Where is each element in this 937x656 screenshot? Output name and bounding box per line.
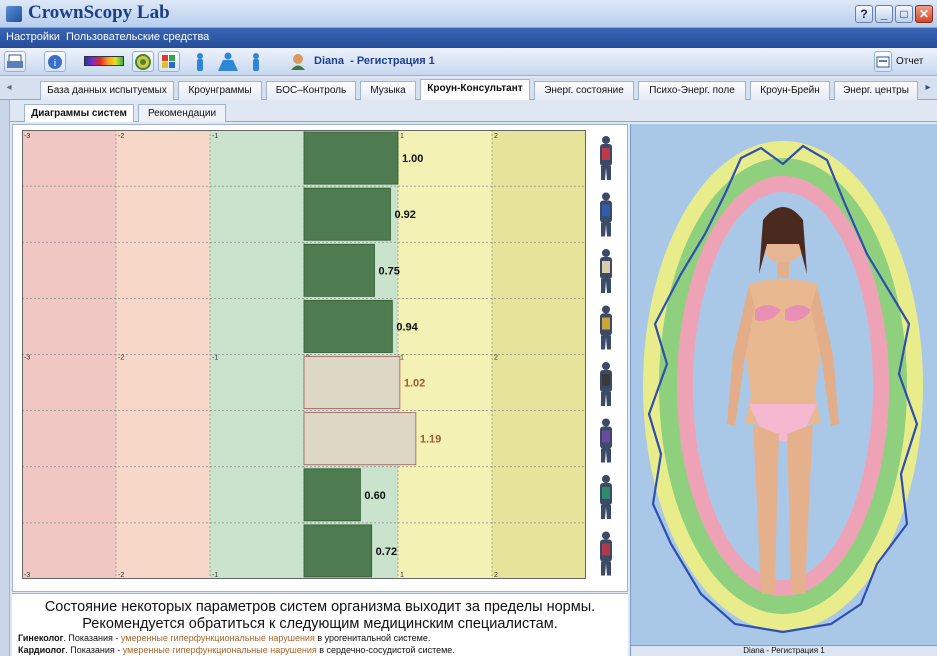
chakra-wheel-icon[interactable] — [132, 51, 154, 72]
tick-label: 1 — [400, 572, 404, 579]
title-bar: CrownScopy Lab ? _ □ ✕ — [0, 0, 937, 28]
system-icons-column — [600, 136, 612, 576]
bar-value-label: 1.02 — [404, 378, 425, 390]
system-bar — [303, 412, 417, 466]
tick-label: 2 — [494, 572, 498, 579]
mosaic-icon[interactable] — [158, 51, 180, 72]
respiratory-system-icon[interactable] — [600, 475, 612, 519]
svg-text:i: i — [54, 58, 57, 69]
aura-panel — [630, 124, 937, 656]
skeletal-system-icon[interactable] — [600, 249, 612, 293]
tab-scroll-left-icon[interactable]: ◂ — [2, 82, 16, 98]
subtab-system-diagrams[interactable]: Диаграммы систем — [24, 104, 134, 122]
user-avatar-icon — [290, 53, 306, 70]
main-tabs: ◂ База данных испытуемых Кроунграммы БОС… — [0, 78, 937, 100]
tick-label: 1 — [400, 133, 404, 140]
toolbar: i Diana - Регистрация 1 Отчет — [0, 48, 937, 76]
muscular-system-icon[interactable] — [600, 362, 612, 406]
person-view-icons[interactable] — [190, 52, 270, 72]
zone-band — [398, 130, 492, 579]
tick-label: 1 — [400, 355, 404, 362]
tab-crown-brain[interactable]: Кроун-Брейн — [750, 81, 830, 100]
circulatory-system-icon[interactable] — [600, 192, 612, 237]
systems-chart: -3-2-10123-3-2-10123-3-2-101231.000.920.… — [22, 130, 586, 579]
tick-label: -2 — [118, 355, 124, 362]
bar-value-label: 1.00 — [402, 153, 423, 165]
tab-energy-state[interactable]: Энерг. состояние — [534, 81, 634, 100]
print-icon[interactable] — [4, 51, 26, 72]
zone-band — [210, 130, 304, 579]
report-label[interactable]: Отчет — [896, 56, 923, 67]
system-bar — [303, 524, 373, 578]
bar-value-label: 1.19 — [420, 434, 441, 446]
rec-status-line: Состояние некоторых параметров систем ор… — [44, 599, 596, 615]
app-title: CrownScopy Lab — [28, 2, 170, 23]
maximize-button[interactable]: □ — [895, 5, 913, 23]
tick-label: -1 — [212, 355, 218, 362]
tab-crown-consultant[interactable]: Кроун-Консультант — [420, 79, 530, 100]
tick-label: -1 — [212, 133, 218, 140]
tab-music[interactable]: Музыка — [360, 81, 416, 100]
menu-settings[interactable]: Настройки — [6, 31, 60, 43]
spectrum-icon[interactable] — [84, 56, 124, 66]
menu-bar: Настройки Пользовательские средства — [0, 28, 937, 48]
tick-label: -3 — [24, 133, 30, 140]
tab-psycho-energy-field[interactable]: Психо-Энерг. поле — [638, 81, 746, 100]
info-icon[interactable]: i — [44, 51, 66, 72]
tab-scroll-right-icon[interactable]: ▸ — [922, 82, 934, 98]
system-bar — [303, 356, 401, 410]
tick-label: 2 — [494, 133, 498, 140]
system-bar — [303, 468, 361, 522]
system-bar — [303, 187, 391, 241]
tick-label: 2 — [494, 355, 498, 362]
bar-value-label: 0.92 — [394, 209, 415, 221]
system-bar — [303, 299, 393, 353]
subtab-recommendations[interactable]: Рекомендации — [138, 104, 226, 122]
bar-value-label: 0.94 — [396, 321, 418, 333]
rec-advice-line: Рекомендуется обратиться к следующим мед… — [82, 616, 558, 632]
rec-item-gynecologist: Гинеколог. Показания - умеренные гиперфу… — [18, 633, 431, 643]
digestive-system-icon[interactable] — [600, 136, 612, 180]
tick-label: -2 — [118, 133, 124, 140]
tick-label: -1 — [212, 572, 218, 579]
tick-label: -3 — [24, 572, 30, 579]
aura-diagram — [643, 141, 923, 634]
tab-bos-control[interactable]: БОС–Контроль — [266, 81, 356, 100]
left-panel-edge — [0, 100, 10, 656]
bar-value-label: 0.72 — [376, 546, 397, 558]
help-button[interactable]: ? — [855, 5, 873, 23]
tab-energy-centers[interactable]: Энерг. центры — [834, 81, 918, 100]
zone-band — [22, 130, 116, 579]
tick-label: -3 — [24, 355, 30, 362]
system-bar — [303, 243, 375, 297]
rec-item-cardiologist: Кардиолог. Показания - умеренные гиперфу… — [18, 645, 455, 655]
app-icon — [6, 6, 22, 22]
tick-label: -2 — [118, 572, 124, 579]
close-button[interactable]: ✕ — [915, 5, 933, 23]
tab-crowngrams[interactable]: Кроунграммы — [178, 81, 262, 100]
bar-value-label: 0.60 — [364, 490, 385, 502]
report-icon[interactable] — [874, 51, 892, 72]
nervous-system-icon[interactable] — [600, 418, 612, 463]
sub-tabs: Диаграммы систем Рекомендации — [10, 100, 937, 122]
aura-caption: Diana - Регистрация 1 — [631, 645, 937, 656]
bar-value-label: 0.75 — [379, 265, 400, 277]
recommendations-panel: Состояние некоторых параметров систем ор… — [12, 593, 628, 656]
tab-subjects-db[interactable]: База данных испытуемых — [40, 81, 174, 100]
menu-user-tools[interactable]: Пользовательские средства — [66, 31, 209, 43]
user-name: Diana - Регистрация 1 — [314, 55, 435, 67]
endocrine-system-icon[interactable] — [600, 305, 612, 350]
system-bar — [303, 131, 399, 185]
minimize-button[interactable]: _ — [875, 5, 893, 23]
urogenital-system-icon[interactable] — [600, 531, 612, 576]
